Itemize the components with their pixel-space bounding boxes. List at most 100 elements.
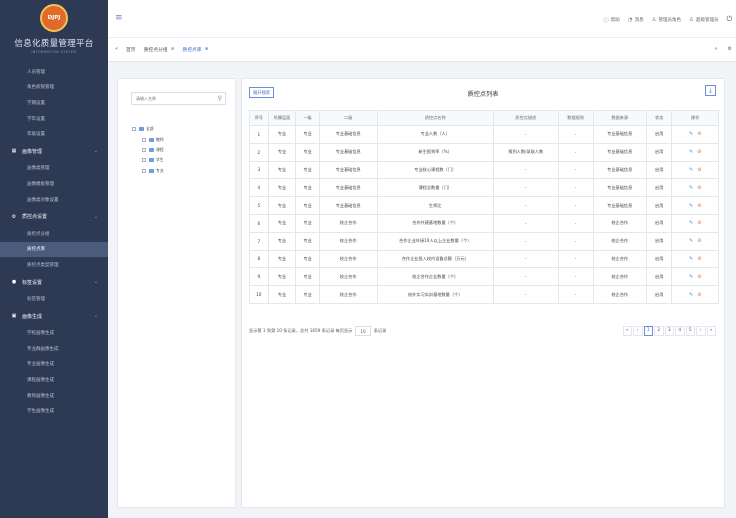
sidebar-item[interactable]: 质控点分组 <box>0 226 108 242</box>
sidebar-item[interactable]: 角色权限管理 <box>0 80 108 96</box>
tree-node[interactable]: 课程 <box>132 145 164 155</box>
message-button[interactable]: ◔ 消息 <box>628 17 644 23</box>
tree-node[interactable]: 学生 <box>132 155 164 165</box>
sidebar-group[interactable]: ⚙ 质控点设置 ⌄ <box>0 207 108 226</box>
sidebar-group-label: 画像生成 <box>22 313 43 320</box>
table-cell: 专业 <box>295 249 320 269</box>
edit-icon[interactable]: ✎ <box>689 185 693 191</box>
pagination: «‹ 1 2 3 4 5 ›» <box>622 326 716 336</box>
delete-icon[interactable]: ⊘ <box>697 185 701 191</box>
table-cell: 6 <box>249 213 269 233</box>
page-button[interactable]: « <box>622 326 632 336</box>
edit-icon[interactable]: ✎ <box>689 131 693 137</box>
table-cell: - <box>492 213 559 233</box>
sidebar-item[interactable]: 画像类对象设置 <box>0 192 108 208</box>
tab-label: 首页 <box>126 48 136 53</box>
page-button[interactable]: 4 <box>675 326 685 336</box>
tab-bar: « 首页 质控点分组 ⊗ 质控点库 ⊗ » ⚙ <box>108 38 736 62</box>
sidebar-item[interactable]: 人员管理 <box>0 64 108 80</box>
tab-settings-icon[interactable]: ⚙ <box>728 46 732 52</box>
edit-icon[interactable]: ✎ <box>689 292 693 298</box>
search-icon[interactable]: ⚲ <box>218 95 222 102</box>
table-cell: 校企合作 <box>592 213 647 233</box>
sidebar-item[interactable]: 标签管理 <box>0 291 108 307</box>
download-icon[interactable]: ⤓ <box>705 85 716 96</box>
delete-icon[interactable]: ⊘ <box>697 167 701 173</box>
sidebar-item[interactable]: 专业画像生成 <box>0 357 108 373</box>
page-button[interactable]: ‹ <box>633 326 643 336</box>
tab-scroll-left-icon[interactable]: « <box>115 46 118 52</box>
sidebar-item[interactable]: 年级设置 <box>0 126 108 142</box>
sidebar-group[interactable]: ▣ 画像生成 ⌄ <box>0 307 108 326</box>
page-button[interactable]: 3 <box>664 326 674 336</box>
tree-checkbox[interactable] <box>132 127 136 132</box>
sidebar-item[interactable]: 画像模板管理 <box>0 176 108 192</box>
table-cell: 校企合作 <box>318 249 378 269</box>
tab[interactable]: 质控点分组 ⊗ <box>144 46 175 53</box>
logout-icon[interactable]: ⏻ <box>726 15 732 24</box>
delete-icon[interactable]: ⊘ <box>697 220 701 226</box>
delete-icon[interactable]: ⊘ <box>697 131 701 137</box>
edit-icon[interactable]: ✎ <box>689 238 693 244</box>
page-button[interactable]: › <box>696 326 706 336</box>
tab[interactable]: 质控点库 ⊗ <box>182 46 208 53</box>
page-size-select[interactable]: 10 <box>355 326 371 336</box>
sidebar-item[interactable]: 学期设置 <box>0 95 108 111</box>
delete-icon[interactable]: ⊘ <box>697 256 701 262</box>
sidebar-group[interactable]: ● 标签设置 ⌄ <box>0 273 108 292</box>
page-button[interactable]: 1 <box>643 326 653 336</box>
delete-icon[interactable]: ⊘ <box>697 274 701 280</box>
sidebar-item[interactable]: 学年设置 <box>0 111 108 127</box>
table-row: 8 专业 专业 校企合作 合作企业投入校内设备总额（万元） - - 校企合作 启用 ✎ ⊘ <box>249 249 719 269</box>
tree-checkbox[interactable] <box>142 137 146 142</box>
row-actions: ✎ ⊘ <box>671 196 719 215</box>
edit-icon[interactable]: ✎ <box>689 274 693 280</box>
sidebar-item[interactable]: 教师画像生成 <box>0 388 108 404</box>
role-switch-button[interactable]: ♙ 管理员角色 <box>652 17 681 23</box>
tree-checkbox[interactable] <box>142 158 146 163</box>
page-button[interactable]: » <box>706 326 716 336</box>
menu-toggle-icon[interactable]: ≡ <box>115 14 123 23</box>
sidebar-item[interactable]: 学校画像生成 <box>0 326 108 342</box>
close-icon[interactable]: ⊗ <box>171 47 175 52</box>
edit-icon[interactable]: ✎ <box>689 203 693 209</box>
data-table: 序号 所属层面 一级 二级 质控点名称 质控点描述 数据规则 数据来源 状态 操作 1 专业 专业 专业… <box>249 110 719 304</box>
page-button[interactable]: 5 <box>685 326 695 336</box>
tree-checkbox[interactable] <box>142 147 146 152</box>
user-menu-button[interactable]: ♙ 超级管理员 <box>689 17 718 23</box>
tree-node-label: 学生 <box>156 157 164 163</box>
sidebar-item[interactable]: 质控点类型管理 <box>0 257 108 273</box>
page-button[interactable]: 2 <box>654 326 664 336</box>
sidebar-item[interactable]: 专业群画像生成 <box>0 341 108 357</box>
tree-node[interactable]: 专业 <box>132 166 164 176</box>
table-cell: 专业基础信息 <box>592 178 647 198</box>
tab[interactable]: 首页 <box>126 46 136 53</box>
table-row: 1 专业 专业 专业基础信息 专业人数（人） - - 专业基础信息 启用 ✎ ⊘ <box>249 125 719 144</box>
column-header: 序号 <box>249 110 269 126</box>
edit-icon[interactable]: ✎ <box>689 149 693 155</box>
tab-scroll-right-icon[interactable]: » <box>714 46 717 52</box>
chevron-down-icon: ⌄ <box>93 313 98 320</box>
tab-list: 首页 质控点分组 ⊗ 质控点库 ⊗ <box>126 46 216 53</box>
tree-node[interactable]: 全部 <box>132 124 164 134</box>
edit-icon[interactable]: ✎ <box>689 167 693 173</box>
tree-checkbox[interactable] <box>142 168 146 173</box>
delete-icon[interactable]: ⊘ <box>697 149 701 155</box>
table-cell: 校企合作 <box>318 285 378 304</box>
edit-icon[interactable]: ✎ <box>689 220 693 226</box>
sidebar-item[interactable]: 画像类管理 <box>0 161 108 177</box>
sidebar-item[interactable]: 学生画像生成 <box>0 403 108 419</box>
help-button[interactable]: ⓘ 帮助 <box>603 16 620 24</box>
delete-icon[interactable]: ⊘ <box>697 292 701 298</box>
sidebar-group[interactable]: ▦ 画像管理 ⌄ <box>0 142 108 161</box>
close-icon[interactable]: ⊗ <box>205 47 209 52</box>
delete-icon[interactable]: ⊘ <box>697 238 701 244</box>
edit-icon[interactable]: ✎ <box>689 256 693 262</box>
tree-search-input[interactable] <box>132 93 212 104</box>
sidebar-item[interactable]: 质控点库 <box>0 241 108 258</box>
tree-node[interactable]: 教师 <box>132 134 164 144</box>
delete-icon[interactable]: ⊘ <box>697 203 701 209</box>
table-cell: - <box>492 249 559 269</box>
chevron-down-icon: ⌄ <box>93 279 98 286</box>
sidebar-item[interactable]: 课程画像生成 <box>0 372 108 388</box>
